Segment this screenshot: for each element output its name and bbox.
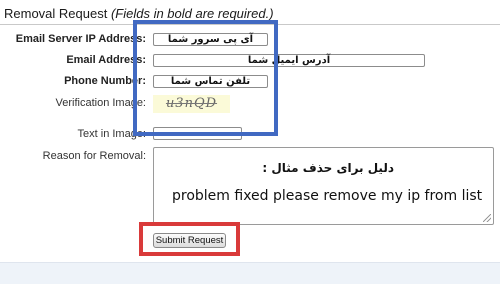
phone-label: Phone Number: bbox=[64, 75, 146, 87]
reason-line-english: problem fixed please remove my ip from l… bbox=[172, 188, 483, 204]
verification-image-label: Verification Image: bbox=[55, 97, 147, 109]
page-footer-band bbox=[0, 262, 500, 284]
required-fields-note: (Fields in bold are required.) bbox=[110, 6, 274, 21]
form-title: Removal Request bbox=[4, 6, 108, 21]
highlight-box-blue bbox=[133, 20, 278, 136]
highlight-box-red bbox=[139, 222, 240, 256]
form-header: Removal Request (Fields in bold are requ… bbox=[4, 6, 274, 21]
email-label: Email Address: bbox=[66, 54, 146, 66]
reason-label: Reason for Removal: bbox=[42, 150, 146, 162]
server-ip-label: Email Server IP Address: bbox=[15, 33, 146, 45]
reason-line-persian: دلیل برای حذف مثال : bbox=[262, 161, 394, 175]
text-in-image-label: Text in Image: bbox=[77, 128, 146, 140]
resize-grip-icon[interactable] bbox=[483, 214, 491, 222]
reason-textarea[interactable]: دلیل برای حذف مثال : problem fixed pleas… bbox=[153, 147, 494, 225]
